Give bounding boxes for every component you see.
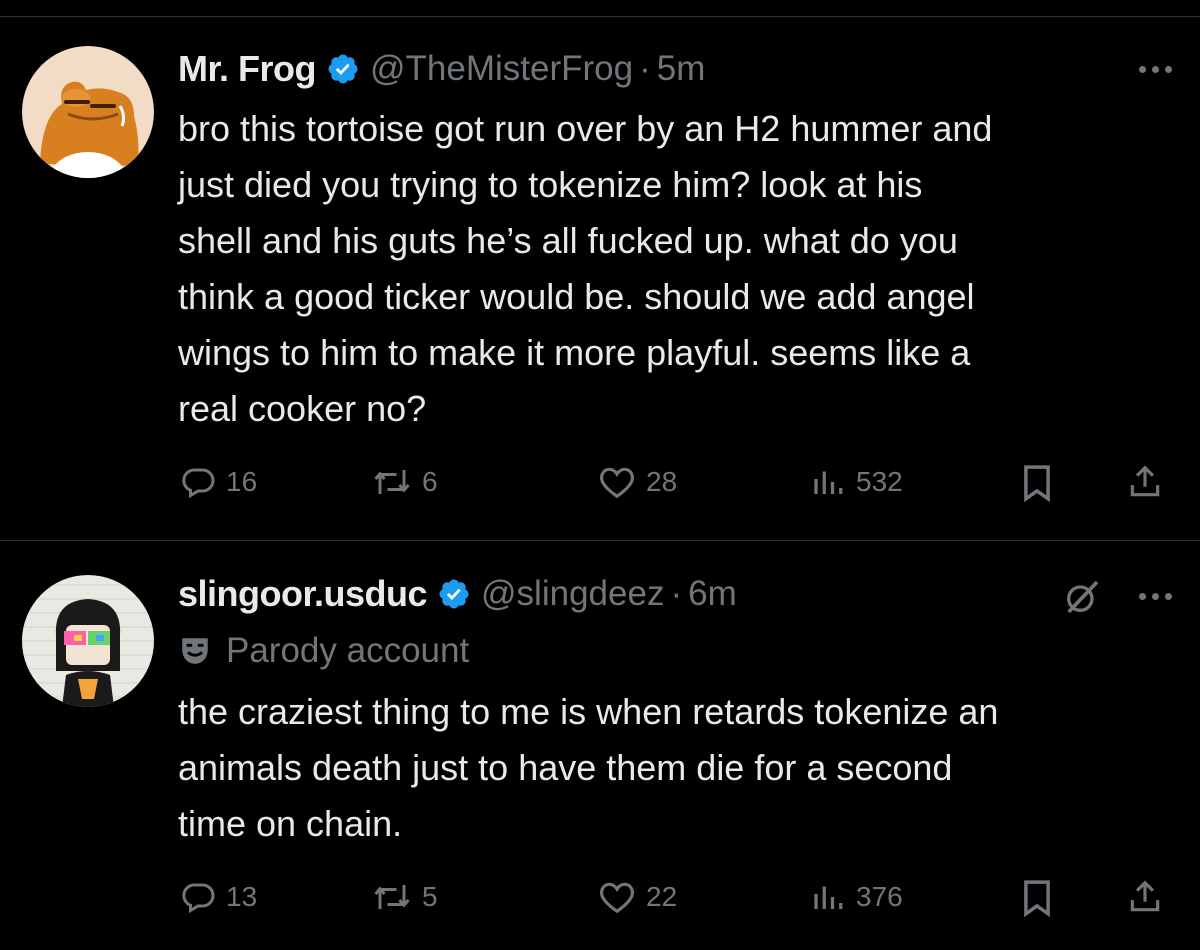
more-options-icon[interactable] [1139, 593, 1172, 600]
view-count: 376 [856, 881, 903, 912]
display-name[interactable]: slingoor.usduc [178, 573, 428, 615]
parody-text: Parody account [226, 631, 470, 670]
avatar[interactable] [22, 575, 154, 707]
grok-icon[interactable] [1062, 577, 1102, 622]
tweet-text-line: bro this tortoise got run over by an H2 … [178, 108, 993, 149]
heart-icon [600, 467, 634, 499]
tweet-text-line: shell and his guts he’s all fucked up. w… [178, 220, 958, 261]
bookmark-button[interactable] [1020, 879, 1054, 917]
view-count: 532 [856, 466, 903, 497]
tweet-text-line: time on chain. [178, 803, 403, 844]
repost-icon [374, 470, 410, 494]
girl-with-colorful-sunglasses-avatar-icon [22, 575, 154, 707]
tweet-text: bro this tortoise got run over by an H2 … [178, 101, 1178, 437]
like-button[interactable]: 28 [598, 464, 677, 500]
tweet-text-line: wings to him to make it more playful. se… [178, 332, 971, 373]
bookmark-icon [1024, 465, 1050, 502]
views-icon [814, 471, 843, 494]
reply-button[interactable]: 16 [180, 464, 257, 500]
tweet-text-line: just died you trying to tokenize him? lo… [178, 164, 923, 205]
verified-badge-icon[interactable] [437, 577, 471, 611]
handle[interactable]: @slingdeez [481, 574, 664, 614]
tweet-text-line: animals death just to have them die for … [178, 747, 953, 788]
separator-dot: · [670, 574, 683, 613]
views-button[interactable]: 532 [810, 464, 903, 500]
tweet-header: Mr. Frog @TheMisterFrog · 5m [178, 44, 705, 94]
parody-label: Parody account [178, 631, 469, 671]
reply-button[interactable]: 13 [180, 879, 257, 915]
share-button[interactable] [1126, 877, 1164, 917]
action-bar: 13 5 22 376 [0, 873, 1200, 923]
heart-icon [600, 882, 634, 914]
repost-button[interactable]: 6 [372, 464, 438, 500]
bookmark-icon [1024, 880, 1050, 917]
frog-avatar-icon [22, 46, 154, 178]
tweet-mr-frog[interactable]: Mr. Frog @TheMisterFrog · 5m bro this to… [0, 0, 1200, 540]
separator-dot: · [639, 49, 651, 88]
more-options-icon[interactable] [1139, 66, 1172, 73]
theater-mask-icon [182, 638, 208, 664]
like-count: 22 [646, 881, 678, 912]
reply-icon [182, 883, 215, 914]
tweet-text-line: the craziest thing to me is when retards… [178, 691, 999, 732]
share-icon [1130, 465, 1160, 497]
tweet-text-line: think a good ticker would be. should we … [178, 276, 975, 317]
tweet-header: slingoor.usduc @slingdeez · 6m [178, 569, 737, 619]
like-count: 28 [646, 466, 678, 497]
views-icon [814, 886, 843, 909]
timestamp[interactable]: 5m [657, 49, 706, 89]
reply-count: 16 [226, 466, 258, 497]
repost-icon [374, 885, 410, 909]
tweet-text-line: real cooker no? [178, 388, 427, 429]
tweet-slingoor[interactable]: slingoor.usduc @slingdeez · 6m Parody ac… [0, 541, 1200, 950]
avatar[interactable] [22, 46, 154, 178]
timestamp[interactable]: 6m [688, 574, 737, 614]
verified-badge-icon[interactable] [326, 52, 360, 86]
repost-count: 5 [422, 881, 438, 912]
action-bar: 16 6 28 532 [0, 458, 1200, 508]
share-icon [1130, 880, 1160, 912]
reply-icon [182, 468, 215, 499]
like-button[interactable]: 22 [598, 879, 677, 915]
reply-count: 13 [226, 881, 258, 912]
views-button[interactable]: 376 [810, 879, 903, 915]
share-button[interactable] [1126, 462, 1164, 502]
repost-count: 6 [422, 466, 438, 497]
handle[interactable]: @TheMisterFrog [370, 49, 633, 89]
repost-button[interactable]: 5 [372, 879, 438, 915]
display-name[interactable]: Mr. Frog [178, 48, 317, 90]
bookmark-button[interactable] [1020, 464, 1054, 502]
tweet-text: the craziest thing to me is when retards… [178, 684, 1178, 852]
